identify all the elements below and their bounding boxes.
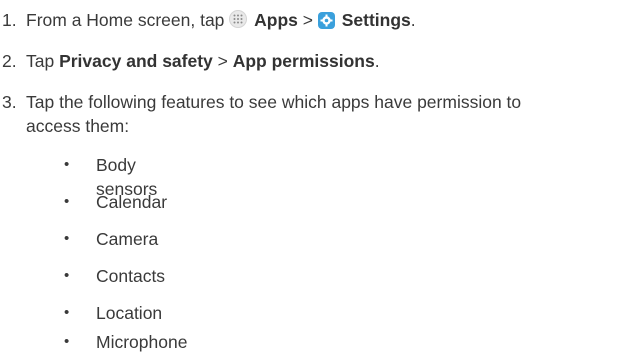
bullet-icon: •	[64, 304, 70, 321]
step-text: From a Home screen, tap Apps > Settings.	[26, 8, 626, 32]
bullet-icon: •	[64, 230, 70, 247]
settings-gear-icon	[317, 12, 335, 29]
bullet-icon: •	[64, 193, 70, 210]
step-text: Tap Privacy and safety > App permissions…	[26, 49, 626, 73]
period: .	[410, 10, 416, 30]
separator: >	[212, 51, 233, 71]
step-text-lead: From a Home screen, tap	[26, 10, 230, 30]
bullet-icon: •	[64, 156, 70, 173]
apps-label: Apps	[254, 10, 298, 30]
feature-label: Calendar	[96, 192, 168, 212]
period: .	[374, 51, 380, 71]
feature-label: Location	[96, 303, 163, 323]
step-text-line-1: Tap the following features to see which …	[26, 92, 522, 112]
app-permissions-label: App permissions	[232, 51, 375, 71]
separator: >	[297, 10, 318, 30]
apps-grid-icon	[229, 10, 248, 28]
bullet-icon: •	[64, 267, 70, 284]
step-number: 1.	[2, 10, 17, 30]
step-number: 2.	[2, 51, 17, 71]
feature-label: Camera	[96, 229, 159, 249]
privacy-and-safety-label: Privacy and safety	[59, 51, 213, 71]
settings-label: Settings	[341, 10, 411, 30]
step-text-lead: Tap	[26, 51, 60, 71]
step-text-line-2: access them:	[26, 116, 130, 136]
feature-label: Microphone	[96, 332, 188, 352]
step-number: 3.	[2, 92, 17, 112]
feature-label: Contacts	[96, 266, 166, 286]
bullet-icon: •	[64, 333, 70, 350]
